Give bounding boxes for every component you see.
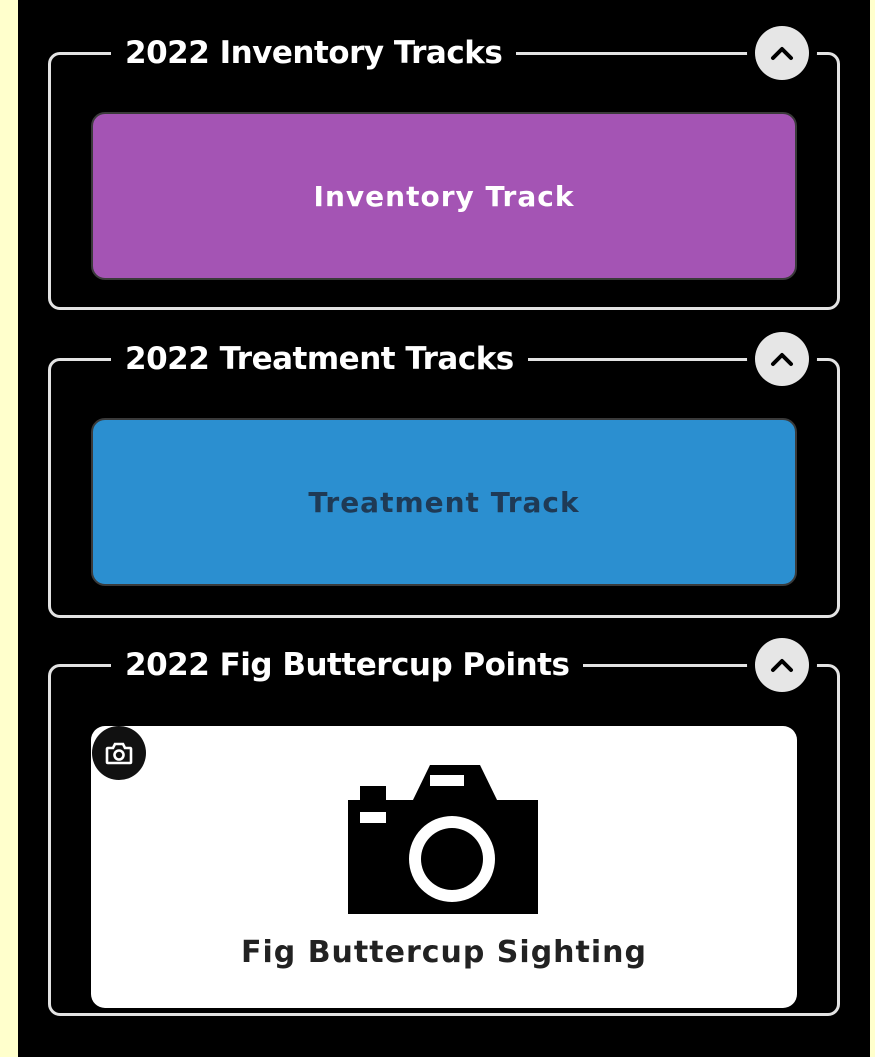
button-label: Inventory Track (313, 179, 575, 213)
button-label: Treatment Track (308, 485, 580, 519)
chevron-up-icon (771, 659, 793, 672)
header-divider (601, 663, 747, 667)
header-divider (545, 357, 747, 361)
treatment-track-button[interactable]: Treatment Track (91, 418, 797, 586)
group-header: 2022 Fig Buttercup Points (111, 635, 827, 695)
sighting-label: Fig Buttercup Sighting (241, 935, 647, 970)
collapse-button[interactable] (755, 332, 809, 386)
fig-buttercup-sighting-card[interactable]: Fig Buttercup Sighting (91, 726, 797, 1008)
inventory-track-button[interactable]: Inventory Track (91, 112, 797, 280)
camera-badge[interactable] (92, 726, 146, 780)
group-header: 2022 Inventory Tracks (111, 23, 827, 83)
group-title: 2022 Treatment Tracks (111, 341, 528, 377)
collapse-button[interactable] (755, 638, 809, 692)
group-title: 2022 Inventory Tracks (111, 35, 517, 71)
group-header: 2022 Treatment Tracks (111, 329, 827, 389)
collapse-button[interactable] (755, 26, 809, 80)
fig-buttercup-points-group: 2022 Fig Buttercup Points Fig Buttercup … (48, 638, 840, 1016)
treatment-tracks-group: 2022 Treatment Tracks Treatment Track (48, 332, 840, 618)
camera-icon (348, 765, 538, 914)
header-divider (534, 51, 747, 55)
group-title: 2022 Fig Buttercup Points (111, 647, 584, 683)
camera-icon (105, 742, 133, 765)
chevron-up-icon (771, 47, 793, 60)
inventory-tracks-group: 2022 Inventory Tracks Inventory Track (48, 26, 840, 310)
chevron-up-icon (771, 353, 793, 366)
